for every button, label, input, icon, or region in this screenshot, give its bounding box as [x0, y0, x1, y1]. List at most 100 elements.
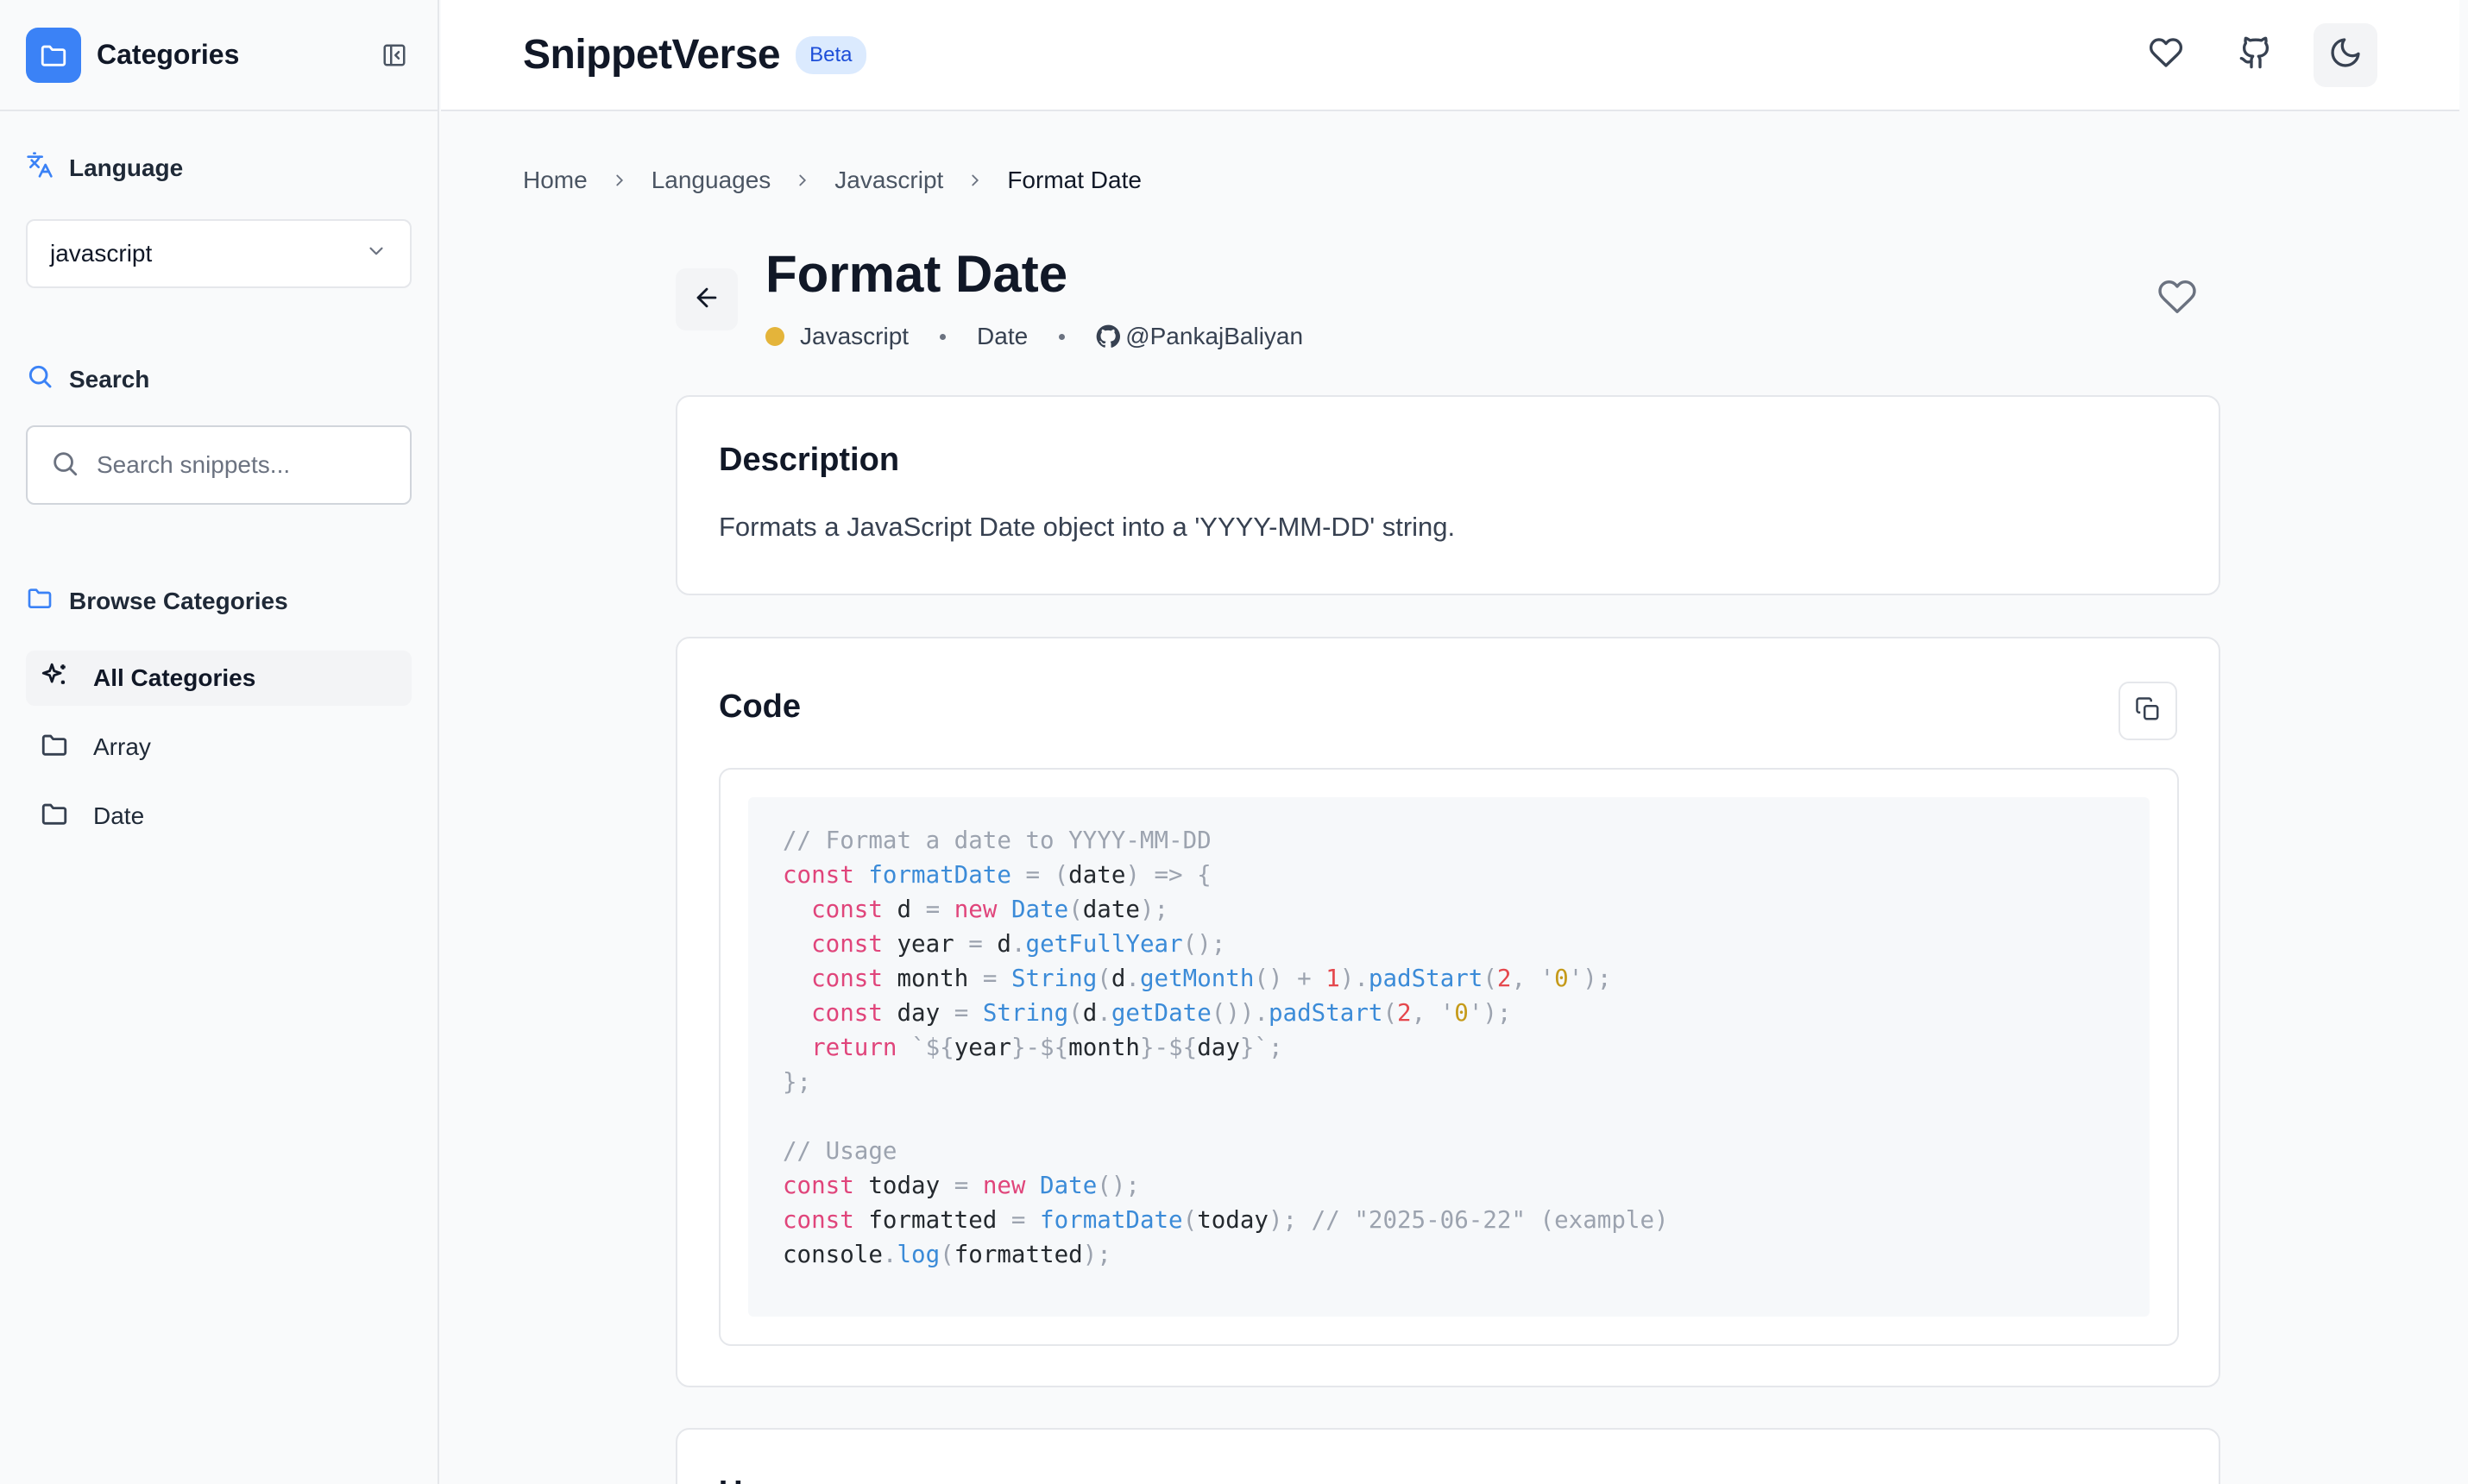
sidebar: Categories Language javascript Search Se…	[0, 0, 439, 1484]
code-line: const d = new Date(date);	[783, 892, 2115, 927]
code-token: }-${	[1139, 1034, 1198, 1061]
browse-label-text: Browse Categories	[69, 587, 288, 614]
code-token: formatted	[868, 1206, 1011, 1234]
code-token: today	[868, 1172, 954, 1199]
back-button[interactable]	[676, 268, 738, 330]
heart-icon	[2157, 277, 2197, 321]
code-token: =	[954, 1172, 983, 1199]
code-token: Date	[1010, 896, 1069, 923]
code-editor[interactable]: // Format a date to YYYY-MM-DD const form…	[748, 797, 2150, 1317]
code-token: =	[968, 930, 998, 958]
github-button[interactable]	[2224, 23, 2288, 87]
copy-icon	[2135, 696, 2161, 726]
folder-logo-icon	[26, 27, 81, 83]
snippet-language[interactable]: Javascript	[800, 323, 909, 350]
category-item-date[interactable]: Date	[26, 789, 412, 844]
sidebar-title: Categories	[97, 39, 240, 70]
folder-icon	[40, 799, 93, 834]
code-token: , '	[1411, 999, 1455, 1027]
code-token: );	[1268, 1206, 1312, 1234]
chevron-down-icon	[365, 240, 387, 268]
code-token: d	[1082, 999, 1098, 1027]
code-token: }`;	[1239, 1034, 1283, 1061]
code-heading: Code	[719, 689, 801, 725]
category-item-all[interactable]: All Categories	[26, 651, 412, 706]
code-token: String	[1010, 965, 1098, 992]
code-token: 2	[1496, 965, 1512, 992]
search-label-text: Search	[69, 365, 150, 393]
code-token: log	[897, 1241, 941, 1268]
code-token: =	[1010, 1206, 1041, 1234]
theme-toggle-button[interactable]	[2314, 22, 2377, 87]
code-token: year	[954, 1034, 1011, 1061]
search-box[interactable]	[26, 425, 412, 505]
top-bar: SnippetVerse Beta	[441, 0, 2459, 111]
code-token: .	[882, 1241, 897, 1268]
code-card: Code // Format a date to YYYY-MM-DD const…	[676, 637, 2220, 1387]
code-token: () +	[1254, 965, 1326, 992]
code-token: ');	[1468, 999, 1512, 1027]
code-token: const	[811, 930, 897, 958]
main-content: Home Languages Javascript Format Date Fo…	[441, 113, 2459, 1484]
code-token: const	[783, 1172, 869, 1199]
snippet-category[interactable]: Date	[977, 323, 1028, 350]
code-line: const formatted = formatDate(today); // …	[783, 1203, 2115, 1237]
header-actions	[2134, 22, 2377, 87]
category-label: All Categories	[93, 664, 256, 691]
search-label: Search	[26, 362, 412, 396]
usage-heading: Usage	[719, 1475, 817, 1484]
category-list: All Categories Array Date	[26, 651, 412, 844]
code-token: );	[1082, 1241, 1111, 1268]
code-token: d	[897, 896, 926, 923]
code-token: (	[1382, 999, 1398, 1027]
code-token: const	[783, 861, 869, 889]
code-line: const formatDate = (date) => {	[783, 858, 2115, 892]
code-token: 2	[1397, 999, 1412, 1027]
code-token: .	[1010, 930, 1026, 958]
code-token: new	[954, 896, 1011, 923]
search-input[interactable]	[97, 451, 390, 479]
code-token: const	[811, 965, 897, 992]
category-item-array[interactable]: Array	[26, 720, 412, 775]
page-title: Format Date	[765, 245, 1068, 303]
code-token: , '	[1511, 965, 1555, 992]
code-token: ');	[1568, 965, 1612, 992]
heart-icon	[2149, 35, 2183, 74]
code-line: };	[783, 1065, 2115, 1099]
breadcrumb-languages[interactable]: Languages	[652, 167, 771, 194]
code-token: const	[783, 1206, 869, 1234]
code-token: padStart	[1269, 999, 1383, 1027]
code-token: }-${	[1010, 1034, 1069, 1061]
code-token: 0	[1454, 999, 1469, 1027]
browse-section: Browse Categories All Categories Array D…	[0, 584, 438, 844]
language-select[interactable]: javascript	[26, 219, 412, 288]
code-token: );	[1139, 896, 1169, 923]
code-token: Date	[1040, 1172, 1098, 1199]
search-section: Search	[0, 362, 438, 505]
code-token: getDate	[1111, 999, 1212, 1027]
code-token: (	[1068, 896, 1083, 923]
breadcrumb-javascript[interactable]: Javascript	[834, 167, 943, 194]
favorites-button[interactable]	[2134, 23, 2198, 87]
brand-name[interactable]: SnippetVerse	[523, 31, 781, 79]
folder-icon	[40, 730, 93, 765]
snippet-author[interactable]: @PankajBaliyan	[1125, 323, 1303, 350]
code-token: new	[982, 1172, 1041, 1199]
code-token: padStart	[1368, 965, 1483, 992]
code-token: date	[1082, 896, 1140, 923]
collapse-sidebar-icon[interactable]	[377, 38, 412, 72]
search-label-icon	[26, 362, 69, 396]
favorite-snippet-button[interactable]	[2151, 273, 2203, 324]
chevron-right-icon	[966, 171, 985, 190]
description-heading: Description	[719, 442, 900, 478]
code-token: // Usage	[783, 1137, 897, 1165]
code-token: const	[811, 999, 897, 1027]
code-token: .	[1097, 999, 1111, 1027]
copy-code-button[interactable]	[2119, 682, 2177, 740]
beta-badge: Beta	[796, 35, 866, 74]
code-token: =	[954, 999, 983, 1027]
code-token: `${	[911, 1034, 954, 1061]
breadcrumb-home[interactable]: Home	[523, 167, 588, 194]
